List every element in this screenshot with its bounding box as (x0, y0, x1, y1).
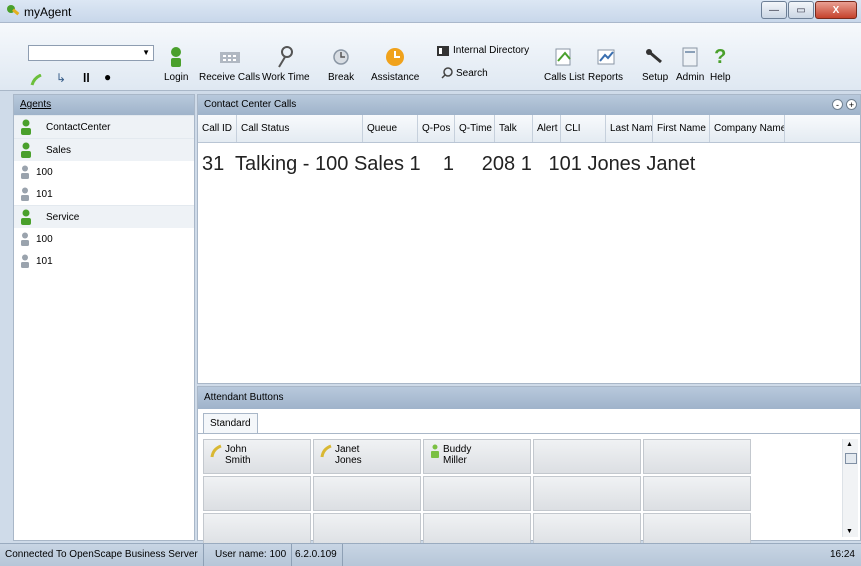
close-button[interactable]: X (815, 1, 857, 19)
group-icon (21, 119, 31, 135)
agent-gray-icon (21, 165, 29, 179)
group-service[interactable]: Service (14, 205, 194, 228)
toolbar: ▼ ↳ ll ● Login Receive Calls Work Time B… (0, 23, 861, 91)
clock-icon (333, 49, 349, 65)
column-q-time[interactable]: Q-Time (455, 115, 495, 142)
attendant-button-empty[interactable] (313, 476, 421, 511)
group-sales[interactable]: Sales (14, 138, 194, 161)
attendant-button-empty[interactable] (643, 476, 751, 511)
agents-panel: Agents ContactCenter Sales 100 101 Servi… (13, 94, 195, 541)
calls-column-headers: Call ID Call Status Queue Q-Pos Q-Time T… (198, 115, 860, 143)
attendant-button-empty[interactable] (203, 476, 311, 511)
calls-list-button[interactable]: Calls List (544, 45, 585, 83)
help-button[interactable]: ? Help (710, 45, 731, 84)
status-bar: Connected To OpenScape Business Server U… (0, 543, 861, 566)
app-icon (7, 5, 20, 16)
attendant-button-empty[interactable] (643, 439, 751, 474)
calls-list-icon (555, 48, 572, 66)
login-button[interactable]: Login (164, 45, 188, 83)
version-status: 6.2.0.109 (290, 544, 343, 566)
transfer-icon[interactable]: ↳ (56, 71, 66, 85)
group-icon (21, 142, 31, 158)
phone-icon (320, 444, 332, 458)
column-q-pos[interactable]: Q-Pos (418, 115, 455, 142)
attendant-button-empty[interactable] (423, 476, 531, 511)
call-row[interactable]: 31 Talking - 100 Sales 1 1 208 1 101 Jon… (198, 150, 860, 178)
question-icon: ? (714, 45, 727, 68)
column-call-id[interactable]: Call ID (198, 115, 237, 142)
contact-center-header: Contact Center Calls - + (198, 95, 860, 115)
worker-icon (277, 46, 293, 68)
search-button[interactable]: Search (441, 67, 488, 79)
agent-item[interactable]: 100 (14, 161, 194, 183)
column-cli[interactable]: CLI (561, 115, 606, 142)
column-talk[interactable]: Talk (495, 115, 533, 142)
tab-standard[interactable]: Standard (203, 413, 258, 433)
admin-icon (682, 47, 698, 67)
attendant-buttons-panel: Attendant Buttons Standard John Smith Jan… (197, 386, 861, 548)
attendant-scrollbar[interactable]: ▲ ▼ (842, 439, 858, 537)
admin-button[interactable]: Admin (676, 45, 704, 83)
search-icon (441, 67, 453, 79)
column-first-name[interactable]: First Name (653, 115, 710, 142)
record-icon[interactable]: ● (104, 70, 111, 84)
agents-header[interactable]: Agents (14, 95, 194, 115)
reports-icon (597, 49, 614, 65)
agent-item[interactable]: 100 (14, 228, 194, 250)
column-call-status[interactable]: Call Status (237, 115, 363, 142)
agent-item[interactable]: 101 (14, 250, 194, 272)
agent-gray-icon (21, 254, 29, 268)
column-queue[interactable]: Queue (363, 115, 418, 142)
maximize-button[interactable]: ▭ (788, 1, 814, 19)
attendant-button-empty[interactable] (533, 476, 641, 511)
user-icon (431, 444, 439, 458)
column-last-name[interactable]: Last Name (606, 115, 653, 142)
agent-gray-icon (21, 232, 29, 246)
lifebuoy-icon (386, 48, 405, 66)
directory-icon (437, 45, 449, 56)
user-name-status: User name: 100 (210, 544, 293, 566)
scroll-up-icon[interactable]: ▲ (846, 441, 853, 448)
internal-directory-button[interactable]: Internal Directory (437, 45, 529, 56)
hold-icon[interactable]: ll (83, 71, 90, 85)
title-bar: myAgent — ▭ X (0, 0, 861, 23)
group-contactcenter[interactable]: ContactCenter (14, 115, 194, 138)
attendant-button-janet-jones[interactable]: Janet Jones (313, 439, 421, 474)
keypad-icon (219, 52, 240, 63)
reports-button[interactable]: Reports (588, 45, 623, 83)
setup-button[interactable]: Setup (642, 45, 668, 83)
phone-number-combo[interactable]: ▼ (28, 45, 154, 61)
handset-icon[interactable] (30, 74, 44, 86)
attendant-tabs: Standard (198, 409, 860, 434)
chevron-down-icon[interactable]: ▼ (142, 48, 150, 57)
collapse-button[interactable]: - (832, 99, 843, 110)
scroll-thumb[interactable] (845, 453, 857, 464)
agent-gray-icon (21, 187, 29, 201)
expand-button[interactable]: + (846, 99, 857, 110)
wrench-icon (646, 49, 663, 64)
attendant-button-empty[interactable] (533, 439, 641, 474)
assistance-button[interactable]: Assistance (371, 45, 419, 83)
column-company-name[interactable]: Company Name (710, 115, 785, 142)
receive-calls-button[interactable]: Receive Calls (199, 45, 260, 83)
break-button[interactable]: Break (328, 45, 354, 83)
phone-icon (210, 444, 222, 458)
attendant-header: Attendant Buttons (198, 387, 860, 409)
clock-status: 16:24 (829, 549, 855, 560)
contact-center-calls-panel: Contact Center Calls - + Call ID Call St… (197, 94, 861, 384)
agent-item[interactable]: 101 (14, 183, 194, 205)
work-time-button[interactable]: Work Time (262, 45, 310, 83)
column-alert[interactable]: Alert (533, 115, 561, 142)
minimize-button[interactable]: — (761, 1, 787, 19)
attendant-button-john-smith[interactable]: John Smith (203, 439, 311, 474)
scroll-down-icon[interactable]: ▼ (846, 528, 853, 535)
attendant-grid: John Smith Janet Jones Buddy Miller (203, 439, 751, 548)
connection-status: Connected To OpenScape Business Server (0, 544, 204, 566)
agent-icon (171, 47, 182, 67)
group-icon (21, 209, 31, 225)
window-title: myAgent (24, 5, 72, 19)
attendant-button-buddy-miller[interactable]: Buddy Miller (423, 439, 531, 474)
